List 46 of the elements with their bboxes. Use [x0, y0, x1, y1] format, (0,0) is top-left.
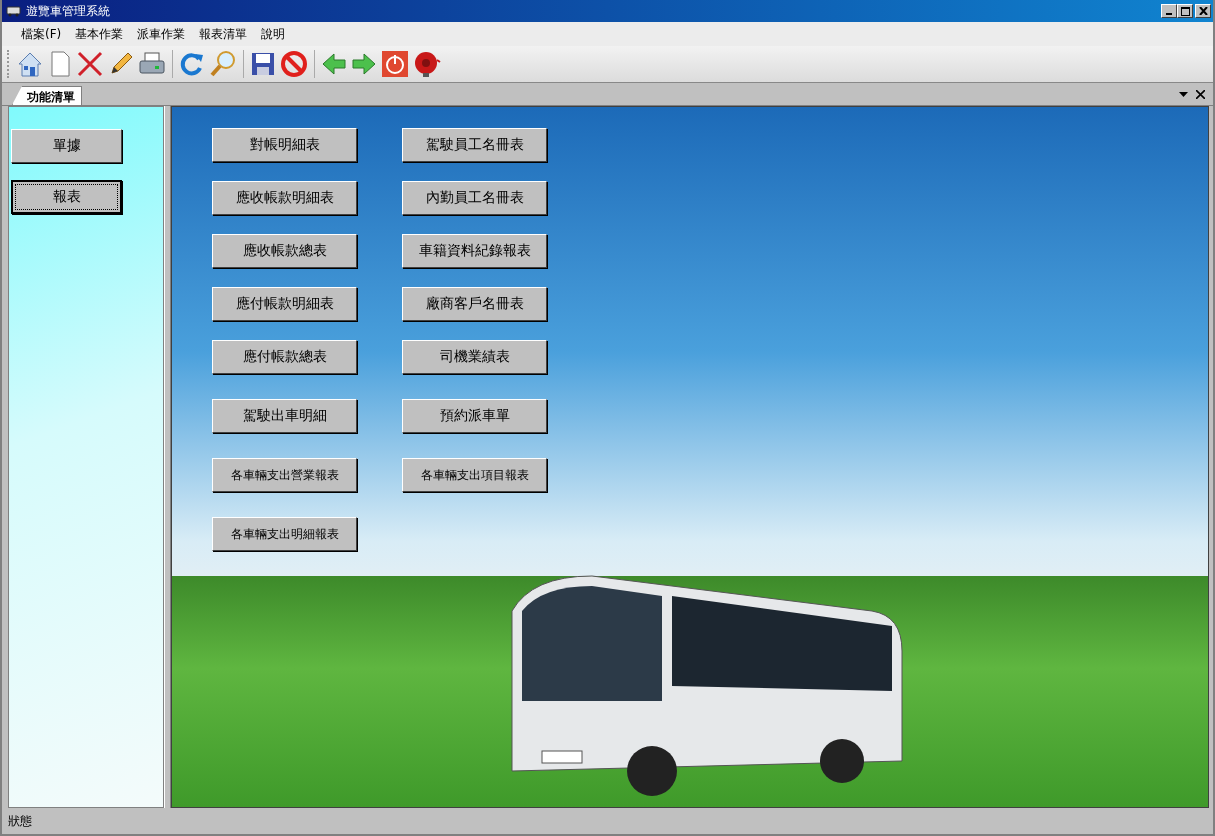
- report-button[interactable]: 駕駛出車明細: [212, 399, 357, 433]
- report-button[interactable]: 各車輛支出明細報表: [212, 517, 357, 551]
- report-button[interactable]: 車籍資料紀錄報表: [402, 234, 547, 268]
- report-button[interactable]: 對帳明細表: [212, 128, 357, 162]
- report-button[interactable]: 應收帳款總表: [212, 234, 357, 268]
- tab[interactable]: 功能清單: [12, 86, 82, 105]
- status-text: 狀態: [8, 812, 32, 830]
- sidebar-button[interactable]: 單據: [11, 129, 122, 163]
- report-button[interactable]: 應付帳款總表: [212, 340, 357, 374]
- report-button[interactable]: 各車輛支出營業報表: [212, 458, 357, 492]
- maximize-button[interactable]: [1177, 4, 1193, 18]
- menu-item[interactable]: 報表清單: [192, 23, 255, 45]
- pencil-icon[interactable]: [108, 51, 134, 77]
- minimize-button[interactable]: [1161, 4, 1177, 18]
- report-button[interactable]: 預約派車單: [402, 399, 547, 433]
- report-button[interactable]: 應收帳款明細表: [212, 181, 357, 215]
- close-icon[interactable]: [1196, 89, 1205, 99]
- left-arrow-icon[interactable]: [321, 51, 347, 77]
- right-arrow-icon[interactable]: [351, 51, 377, 77]
- save-icon[interactable]: [250, 51, 276, 77]
- power-icon[interactable]: [381, 50, 409, 78]
- close-icon[interactable]: [76, 50, 104, 78]
- window-title: 遊覽車管理系統: [26, 2, 110, 20]
- prohibited-icon[interactable]: [280, 50, 308, 78]
- splitter-bar[interactable]: [164, 106, 171, 808]
- refresh-icon[interactable]: [179, 51, 205, 77]
- maximize-icon: [1180, 6, 1190, 16]
- close-icon: [1198, 7, 1208, 15]
- menu-item[interactable]: 基本作業: [68, 23, 131, 45]
- report-button[interactable]: 駕駛員工名冊表: [402, 128, 547, 162]
- printer-icon[interactable]: [138, 51, 166, 77]
- close-button[interactable]: [1195, 4, 1211, 18]
- alarm-bell-icon[interactable]: [413, 50, 441, 78]
- bus-icon: [6, 5, 22, 17]
- report-button[interactable]: 應付帳款明細表: [212, 287, 357, 321]
- report-button[interactable]: 各車輛支出項目報表: [402, 458, 547, 492]
- report-button[interactable]: 內勤員工名冊表: [402, 181, 547, 215]
- menu-item[interactable]: 檔案(F): [14, 23, 69, 45]
- menu-item[interactable]: 派車作業: [130, 23, 193, 45]
- report-button[interactable]: 司機業績表: [402, 340, 547, 374]
- dropdown-icon[interactable]: [1179, 91, 1188, 97]
- home-icon[interactable]: [16, 50, 44, 78]
- menu-item[interactable]: 說明: [254, 23, 293, 45]
- sidebar-button[interactable]: 報表: [11, 180, 122, 214]
- report-button[interactable]: 廠商客戶名冊表: [402, 287, 547, 321]
- search-icon[interactable]: [209, 50, 237, 78]
